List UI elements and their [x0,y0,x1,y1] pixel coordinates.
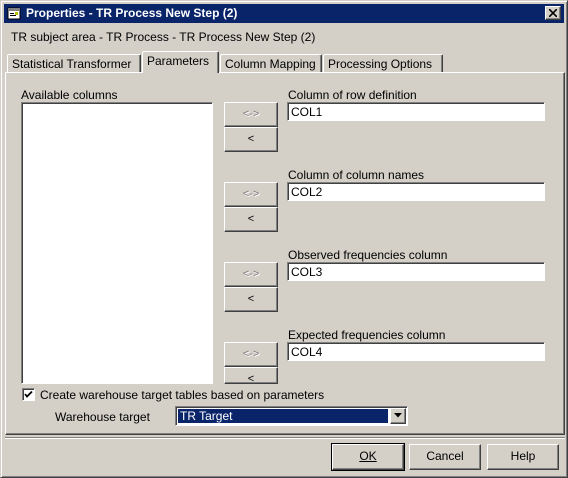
cancel-button[interactable]: Cancel [409,444,481,470]
row-definition-label: Column of row definition [288,88,417,102]
checkmark-icon [24,390,33,398]
create-tables-label[interactable]: Create warehouse target tables based on … [40,388,324,402]
swap-expected-frequencies-button[interactable]: <-> [224,342,278,367]
add-row-definition-button[interactable]: < [224,127,278,152]
title-bar[interactable]: Properties - TR Process New Step (2) [4,4,564,23]
ok-button[interactable]: OK [331,443,405,471]
observed-frequencies-label: Observed frequencies column [288,248,448,262]
warehouse-target-select[interactable]: TR Target [175,406,408,426]
warehouse-target-label: Warehouse target [55,410,150,424]
add-observed-frequencies-button[interactable]: < [224,287,278,312]
row-definition-field[interactable]: COL1 [287,102,545,121]
chevron-down-icon [394,413,402,418]
expected-frequencies-field[interactable]: COL4 [287,342,545,361]
column-names-field[interactable]: COL2 [287,182,545,201]
swap-column-names-button[interactable]: <-> [224,182,278,207]
window-title: Properties - TR Process New Step (2) [26,6,238,20]
tab-column-mapping[interactable]: Column Mapping [220,54,322,72]
properties-dialog: Properties - TR Process New Step (2) TR … [0,0,568,478]
ok-button-label: OK [359,449,377,463]
warehouse-target-dropdown-button[interactable] [390,408,406,424]
add-expected-frequencies-button[interactable]: < [224,367,278,384]
available-columns-list[interactable] [21,102,213,384]
close-icon [549,9,557,17]
subject-path: TR subject area - TR Process - TR Proces… [11,30,316,44]
create-tables-checkbox[interactable] [22,388,35,401]
available-columns-label: Available columns [21,88,118,102]
swap-row-definition-button[interactable]: <-> [224,102,278,127]
close-button[interactable] [545,6,561,20]
observed-frequencies-field[interactable]: COL3 [287,262,545,281]
tab-strip: Statistical Transformer Parameters Colum… [5,51,565,73]
button-separator [5,437,565,439]
swap-observed-frequencies-button[interactable]: <-> [224,262,278,287]
warehouse-target-value: TR Target [178,409,388,423]
tab-parameters[interactable]: Parameters [142,51,219,73]
tab-processing-options[interactable]: Processing Options [323,54,443,72]
help-button[interactable]: Help [487,444,559,470]
properties-window-icon [7,6,22,21]
add-column-names-button[interactable]: < [224,207,278,232]
expected-frequencies-label: Expected frequencies column [288,328,446,342]
tab-statistical-transformer[interactable]: Statistical Transformer [7,54,141,72]
column-names-label: Column of column names [288,168,425,182]
